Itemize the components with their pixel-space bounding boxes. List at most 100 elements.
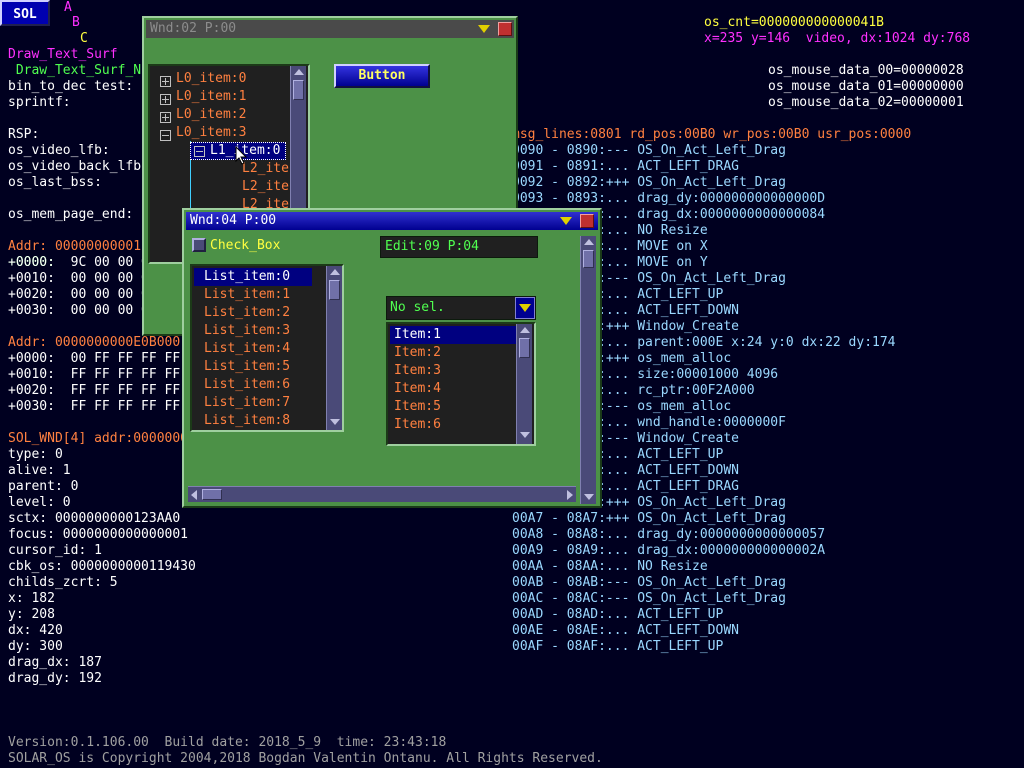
wnd-field: childs_zcrt: 5 bbox=[8, 575, 118, 590]
scroll-thumb[interactable] bbox=[519, 338, 530, 358]
list-item[interactable]: List_item:8 bbox=[204, 412, 290, 430]
scroll-thumb[interactable] bbox=[202, 489, 222, 500]
scroll-up-icon[interactable] bbox=[584, 239, 594, 245]
wnd-field: y: 208 bbox=[8, 607, 55, 622]
log-line: 00AD - 08AD:... ACT_LEFT_UP bbox=[512, 607, 724, 622]
wnd04-title: Wnd:04 P:00 bbox=[190, 213, 277, 228]
wnd02-close-icon[interactable] bbox=[498, 22, 512, 36]
video-lfb-label: os_video_lfb: bbox=[8, 143, 110, 158]
combo-list-item[interactable]: Item:3 bbox=[394, 362, 441, 380]
dump2-0: +0000: 00 FF FF FF FF bbox=[8, 351, 181, 366]
wnd-field: drag_dy: 192 bbox=[8, 671, 102, 686]
log-line: 0093 - 0893:... drag_dy:000000000000000D bbox=[512, 191, 826, 206]
scroll-left-icon[interactable] bbox=[191, 490, 197, 500]
list-scrollbar[interactable] bbox=[326, 266, 342, 430]
dump2-3: +0030: FF FF FF FF FF bbox=[8, 399, 181, 414]
task-b[interactable]: B bbox=[72, 15, 80, 31]
task-c[interactable]: C bbox=[80, 31, 88, 47]
os-cnt: os_cnt=000000000000041B bbox=[704, 15, 885, 30]
log-line: 00AC - 08AC:--- OS_On_Act_Left_Drag bbox=[512, 591, 786, 606]
check-box-label[interactable]: Check_Box bbox=[210, 238, 280, 254]
scroll-down-icon[interactable] bbox=[584, 494, 594, 500]
list-item[interactable]: List_item:7 bbox=[204, 394, 290, 412]
wnd02-menu-arrow-icon[interactable] bbox=[478, 25, 490, 33]
tree-item-l2-0[interactable]: L2_ite bbox=[242, 160, 289, 178]
wnd04-titlebar[interactable]: Wnd:04 P:00 bbox=[186, 212, 598, 230]
copyright-line: SOLAR_OS is Copyright 2004,2018 Bogdan V… bbox=[8, 751, 603, 766]
scroll-down-icon[interactable] bbox=[330, 419, 340, 425]
combo-list-item[interactable]: Item:5 bbox=[394, 398, 441, 416]
wnd04-close-icon[interactable] bbox=[580, 214, 594, 228]
dump1-0: +0000: 9C 00 00 00 bbox=[8, 255, 157, 270]
combo-box[interactable]: No sel. bbox=[386, 296, 536, 320]
list-item[interactable]: List_item:4 bbox=[204, 340, 290, 358]
scroll-thumb[interactable] bbox=[293, 80, 304, 100]
list-item[interactable]: List_item:1 bbox=[204, 286, 290, 304]
list-box[interactable]: List_item:0 List_item:1 List_item:2 List… bbox=[190, 264, 344, 432]
wnd-field: focus: 0000000000000001 bbox=[8, 527, 189, 542]
wnd-field: level: 0 bbox=[8, 495, 71, 510]
sol-start-button[interactable]: SOL bbox=[0, 0, 50, 26]
task-a[interactable]: A bbox=[64, 0, 72, 16]
collapse-icon[interactable] bbox=[160, 130, 171, 141]
wnd02-button[interactable]: Button bbox=[334, 64, 430, 88]
expand-icon[interactable] bbox=[160, 76, 171, 87]
tree-item-l0-0[interactable]: L0_item:0 bbox=[176, 70, 246, 88]
checkbox-icon[interactable] bbox=[192, 238, 206, 252]
combo-list-scrollbar[interactable] bbox=[516, 324, 532, 444]
version-line: Version:0.1.106.00 Build date: 2018_5_9 … bbox=[8, 735, 447, 750]
scroll-thumb[interactable] bbox=[329, 280, 340, 300]
tree-item-l0-2[interactable]: L0_item:2 bbox=[176, 106, 246, 124]
window-wnd04[interactable]: Wnd:04 P:00 Check_Box Edit:09 P:04 List_… bbox=[182, 208, 602, 508]
combo-list[interactable]: Item:1 Item:2 Item:3 Item:4 Item:5 Item:… bbox=[386, 322, 536, 446]
combo-list-item[interactable]: Item:4 bbox=[394, 380, 441, 398]
log-line: 00AB - 08AB:--- OS_On_Act_Left_Drag bbox=[512, 575, 786, 590]
dump2-2: +0020: FF FF FF FF FF bbox=[8, 383, 181, 398]
dump2-1: +0010: FF FF FF FF FF bbox=[8, 367, 181, 382]
list-item[interactable]: List_item:0 bbox=[194, 268, 312, 286]
combo-list-item[interactable]: Item:6 bbox=[394, 416, 441, 434]
expand-icon[interactable] bbox=[160, 94, 171, 105]
list-item[interactable]: List_item:6 bbox=[204, 376, 290, 394]
scroll-up-icon[interactable] bbox=[330, 269, 340, 275]
msg-header: msg_lines:0801 rd_pos:00B0 wr_pos:00B0 u… bbox=[512, 127, 912, 142]
list-item[interactable]: List_item:2 bbox=[204, 304, 290, 322]
log-line: 00AF - 08AF:... ACT_LEFT_UP bbox=[512, 639, 724, 654]
scroll-down-icon[interactable] bbox=[520, 432, 530, 438]
wnd04-horizontal-scrollbar[interactable] bbox=[188, 486, 576, 502]
tree-item-l2-1[interactable]: L2_ite bbox=[242, 178, 289, 196]
wnd-field: parent: 0 bbox=[8, 479, 79, 494]
scroll-thumb[interactable] bbox=[583, 250, 594, 268]
list-item[interactable]: List_item:5 bbox=[204, 358, 290, 376]
combo-box-value: No sel. bbox=[390, 300, 445, 315]
draw-text-surf-n-label: Draw_Text_Surf_N bbox=[8, 63, 142, 78]
scroll-up-icon[interactable] bbox=[294, 69, 304, 75]
log-line: 0092 - 0892:+++ OS_On_Act_Left_Drag bbox=[512, 175, 786, 190]
chevron-down-icon bbox=[519, 304, 531, 312]
edit-field[interactable]: Edit:09 P:04 bbox=[380, 236, 538, 258]
wnd02-titlebar[interactable]: Wnd:02 P:00 bbox=[146, 20, 514, 38]
log-line: 00AE - 08AE:... ACT_LEFT_DOWN bbox=[512, 623, 739, 638]
scroll-right-icon[interactable] bbox=[567, 490, 573, 500]
log-line: 00AA - 08AA:... NO Resize bbox=[512, 559, 708, 574]
wnd-field: type: 0 bbox=[8, 447, 63, 462]
wnd-field: alive: 1 bbox=[8, 463, 71, 478]
wnd-field: drag_dx: 187 bbox=[8, 655, 102, 670]
wnd-field: dy: 300 bbox=[8, 639, 63, 654]
wnd04-menu-arrow-icon[interactable] bbox=[560, 217, 572, 225]
mouse-data-2: os_mouse_data_02=00000001 bbox=[768, 95, 964, 110]
list-item[interactable]: List_item:3 bbox=[204, 322, 290, 340]
addr2-label: Addr: 0000000000E0B000 bbox=[8, 335, 181, 350]
dump1-2: +0020: 00 00 00 00 bbox=[8, 287, 157, 302]
expand-icon[interactable] bbox=[160, 112, 171, 123]
mouse-coords: x=235 y=146 video, dx:1024 dy:768 bbox=[704, 31, 971, 46]
log-line: 00A7 - 08A7:+++ OS_On_Act_Left_Drag bbox=[512, 511, 786, 526]
wnd04-vertical-scrollbar[interactable] bbox=[580, 236, 596, 504]
tree-item-l0-1[interactable]: L0_item:1 bbox=[176, 88, 246, 106]
combo-dropdown-button[interactable] bbox=[515, 297, 535, 319]
tree-item-l0-3[interactable]: L0_item:3 bbox=[176, 124, 246, 142]
scroll-up-icon[interactable] bbox=[520, 327, 530, 333]
combo-list-item[interactable]: Item:1 bbox=[390, 326, 516, 344]
combo-list-item[interactable]: Item:2 bbox=[394, 344, 441, 362]
collapse-icon[interactable] bbox=[194, 146, 205, 157]
